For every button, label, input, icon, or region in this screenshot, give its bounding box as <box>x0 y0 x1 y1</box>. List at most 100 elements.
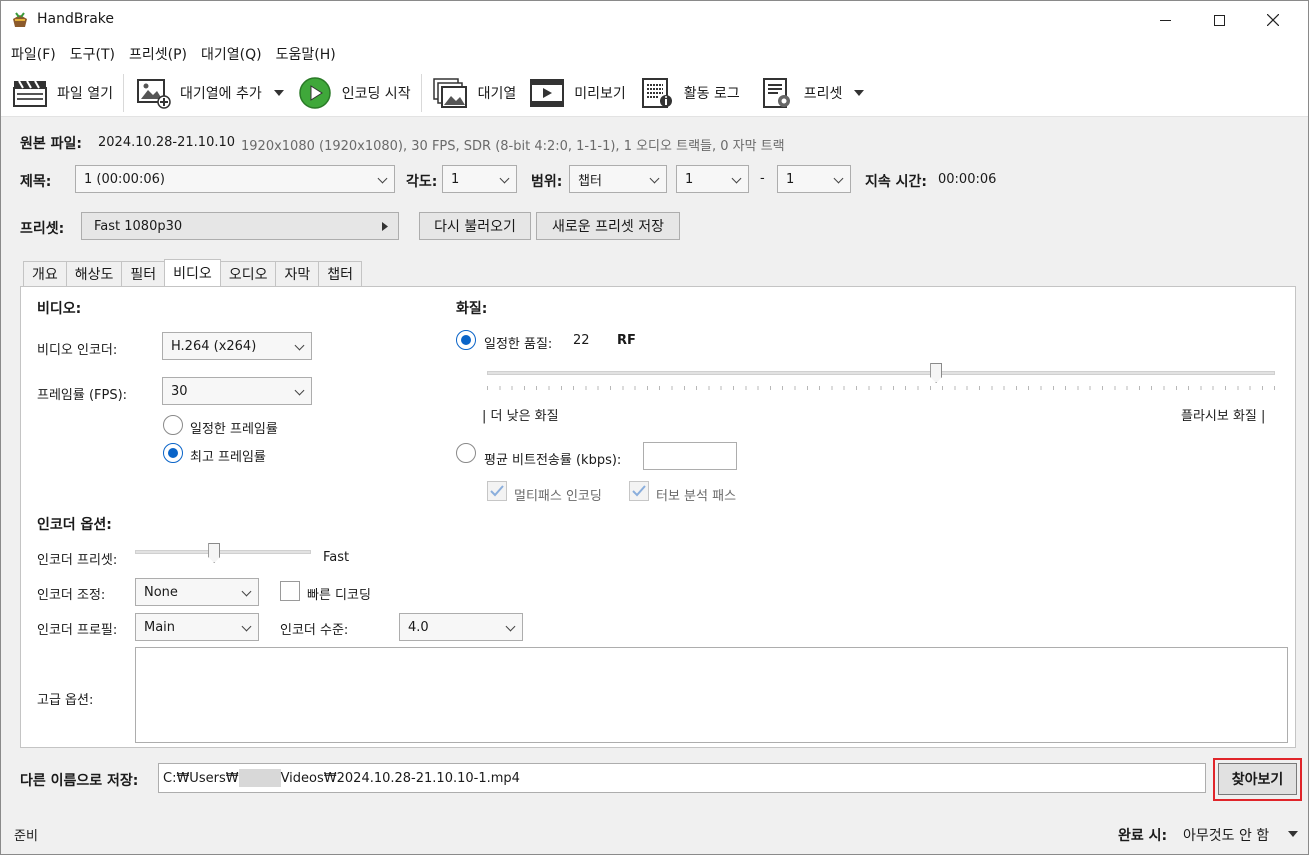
tab-chapters[interactable]: 챕터 <box>318 261 362 286</box>
chevron-down-icon[interactable] <box>854 89 865 96</box>
chevron-down-icon[interactable] <box>273 89 284 96</box>
close-button[interactable] <box>1246 1 1300 39</box>
tab-video[interactable]: 비디오 <box>164 259 221 286</box>
range-start-value: 1 <box>685 171 694 187</box>
multipass-checkbox[interactable] <box>487 481 507 501</box>
encoder-profile-select[interactable]: Main <box>135 613 259 641</box>
open-source-button[interactable]: 파일 열기 <box>5 73 119 113</box>
fast-decode-label: 빠른 디코딩 <box>307 588 371 603</box>
main-window: HandBrake 파일(F) 도구(T) 프리셋(P) 대기열(Q) 도움말(… <box>0 0 1309 855</box>
chevron-down-icon <box>499 173 510 184</box>
title-select[interactable]: 1 (00:00:06) <box>75 165 395 193</box>
avg-bitrate-label: 평균 비트전송률 (kbps): <box>484 453 622 468</box>
fast-decode-checkbox[interactable] <box>280 581 300 601</box>
tab-subtitles[interactable]: 자막 <box>275 261 320 286</box>
redacted-username <box>238 769 281 787</box>
chevron-down-icon <box>241 621 252 632</box>
when-done-label: 완료 시: <box>1118 828 1168 844</box>
lower-quality-label: | 더 낮은 화질 <box>482 409 559 424</box>
chevron-down-icon <box>377 173 388 184</box>
encoder-preset-slider-track[interactable] <box>135 550 311 554</box>
activity-log-label: 활동 로그 <box>683 85 740 102</box>
clapperboard-icon <box>13 80 47 107</box>
advanced-options-label: 고급 옵션: <box>37 693 94 708</box>
maximize-icon <box>1213 14 1225 26</box>
tab-summary[interactable]: 개요 <box>23 261 67 286</box>
checkmark-icon <box>490 485 504 497</box>
multipass-label: 멀티패스 인코딩 <box>514 489 602 504</box>
menu-file[interactable]: 파일(F) <box>5 44 62 64</box>
menu-help[interactable]: 도움말(H) <box>270 44 342 64</box>
constant-quality-radio[interactable] <box>456 330 476 350</box>
peak-framerate-radio[interactable] <box>163 443 183 463</box>
constant-framerate-label: 일정한 프레임률 <box>190 422 278 437</box>
encoder-preset-label: 인코더 프리셋: <box>37 553 118 568</box>
minimize-icon <box>1159 19 1171 21</box>
save-path-input[interactable]: C:₩Users₩ Videos₩2024.10.28-21.10.10-1.m… <box>158 763 1206 793</box>
chevron-down-icon[interactable] <box>1288 831 1298 837</box>
chevron-down-icon <box>649 173 660 184</box>
status-bar: 준비 완료 시: 아무것도 안 함 <box>1 813 1308 854</box>
menu-queue[interactable]: 대기열(Q) <box>195 44 268 64</box>
constant-framerate-radio[interactable] <box>163 415 183 435</box>
add-to-queue-button[interactable]: 대기열에 추가 <box>128 73 290 113</box>
avg-bitrate-input[interactable] <box>643 442 737 470</box>
quality-slider-ticks <box>487 386 1275 390</box>
start-encode-button[interactable]: 인코딩 시작 <box>290 73 417 113</box>
tab-strip: 개요 해상도 필터 비디오 오디오 자막 챕터 <box>23 259 362 286</box>
activity-log-button[interactable]: 활동 로그 <box>632 73 746 113</box>
window-title: HandBrake <box>37 11 115 27</box>
menu-tools[interactable]: 도구(T) <box>64 44 121 64</box>
encoder-level-select[interactable]: 4.0 <box>399 613 523 641</box>
queue-button[interactable]: 대기열 <box>426 73 523 113</box>
encoder-level-value: 4.0 <box>408 619 429 635</box>
add-to-queue-label: 대기열에 추가 <box>179 85 262 102</box>
chevron-down-icon <box>731 173 742 184</box>
turbo-checkbox[interactable] <box>629 481 649 501</box>
tab-dimensions[interactable]: 해상도 <box>65 261 123 286</box>
range-start-select[interactable]: 1 <box>676 165 749 193</box>
preset-value: Fast 1080p30 <box>94 218 183 234</box>
advanced-options-textarea[interactable] <box>135 647 1288 743</box>
duration-label: 지속 시간: <box>865 174 927 190</box>
encoder-level-label: 인코더 수준: <box>280 623 349 638</box>
browse-button[interactable]: 찾아보기 <box>1218 763 1297 795</box>
higher-quality-label: 플라시보 화질 | <box>1181 409 1266 424</box>
save-new-preset-button[interactable]: 새로운 프리셋 저장 <box>536 212 680 240</box>
when-done-value[interactable]: 아무것도 안 함 <box>1183 825 1269 845</box>
framerate-value: 30 <box>171 383 188 399</box>
tab-filters[interactable]: 필터 <box>121 261 166 286</box>
range-end-select[interactable]: 1 <box>777 165 851 193</box>
tab-audio[interactable]: 오디오 <box>219 261 277 286</box>
video-encoder-select[interactable]: H.264 (x264) <box>162 332 312 360</box>
chevron-down-icon <box>294 385 305 396</box>
framerate-select[interactable]: 30 <box>162 377 312 405</box>
preview-label: 미리보기 <box>574 85 626 102</box>
chevron-right-icon <box>382 222 388 231</box>
close-icon <box>1267 14 1279 26</box>
queue-label: 대기열 <box>477 85 517 102</box>
range-type-select[interactable]: 챕터 <box>569 165 667 193</box>
preview-button[interactable]: 미리보기 <box>522 73 632 113</box>
encoder-profile-value: Main <box>144 619 176 635</box>
presets-button[interactable]: 프리셋 <box>752 73 871 113</box>
start-encode-label: 인코딩 시작 <box>341 85 411 102</box>
title-value: 1 (00:00:06) <box>84 171 165 187</box>
chevron-down-icon <box>294 340 305 351</box>
presets-label: 프리셋 <box>803 85 843 102</box>
maximize-button[interactable] <box>1192 1 1246 39</box>
queue-images-icon <box>432 77 467 108</box>
avg-bitrate-radio[interactable] <box>456 443 476 463</box>
reload-preset-button[interactable]: 다시 불러오기 <box>419 212 531 240</box>
angle-select[interactable]: 1 <box>442 165 517 193</box>
play-icon <box>298 76 331 109</box>
range-end-value: 1 <box>786 171 795 187</box>
minimize-button[interactable] <box>1138 1 1192 39</box>
source-info: 1920x1080 (1920x1080), 30 FPS, SDR (8-bi… <box>241 139 785 154</box>
quality-slider-track[interactable] <box>487 371 1275 375</box>
menu-presets[interactable]: 프리셋(P) <box>123 44 193 64</box>
preset-select[interactable]: Fast 1080p30 <box>81 212 399 240</box>
encoder-tune-select[interactable]: None <box>135 578 259 606</box>
title-bar: HandBrake <box>1 1 1308 39</box>
peak-framerate-label: 최고 프레임률 <box>190 450 266 465</box>
